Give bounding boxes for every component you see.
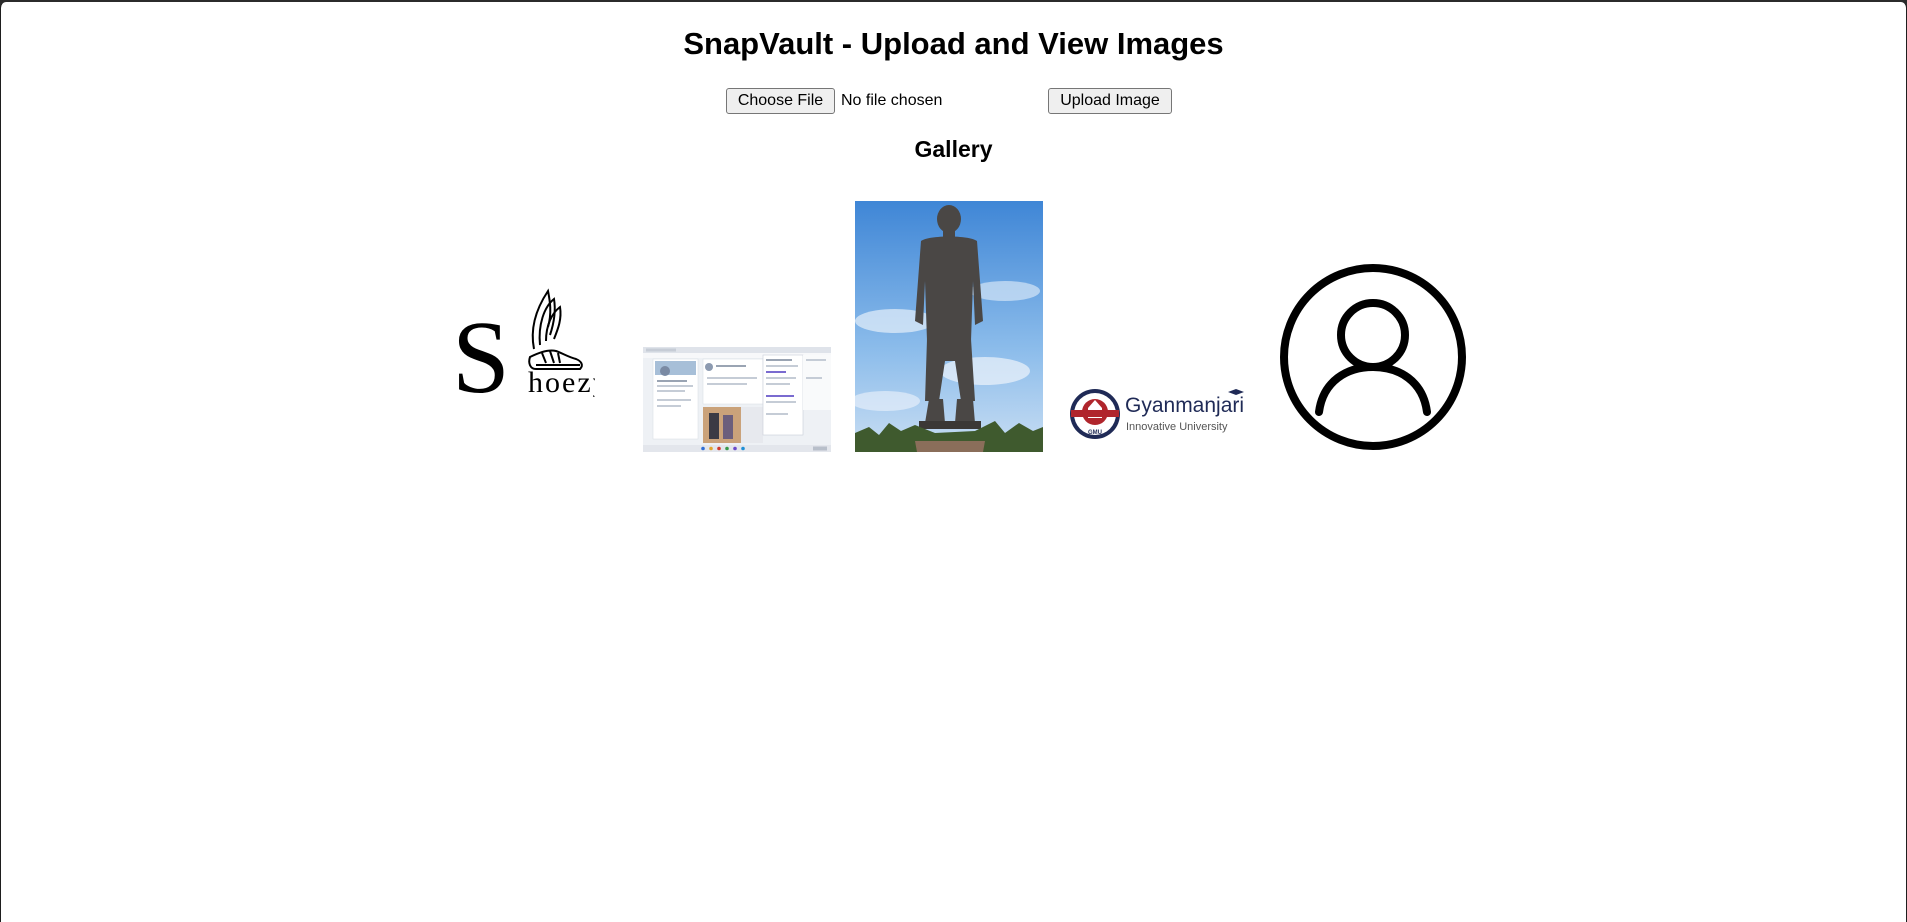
- shoezy-logo-image: S hoezy: [452, 288, 595, 397]
- upload-form: Choose File No file chosen Upload Image: [726, 88, 1172, 114]
- gallery-image-screenshot: [643, 347, 831, 452]
- screenshot-image: [643, 347, 831, 452]
- gallery-heading: Gallery: [914, 136, 993, 162]
- winged-shoe-icon: [528, 288, 583, 370]
- page-title: SnapVault - Upload and View Images: [683, 26, 1224, 61]
- upload-image-button[interactable]: Upload Image: [1048, 88, 1172, 114]
- gyanmanjari-logo-image: GMU Gyanmanjari Innovative University: [1070, 389, 1244, 439]
- gallery-image-statue-photo: [855, 201, 1043, 452]
- gyanmanjari-subtitle: Innovative University: [1126, 421, 1228, 433]
- gallery-image-user-avatar: [1279, 263, 1467, 452]
- choose-file-button[interactable]: Choose File: [726, 88, 835, 114]
- file-status-text: No file chosen: [841, 92, 943, 109]
- university-seal-icon: GMU: [1070, 389, 1120, 439]
- statue-photo-image: [855, 201, 1043, 452]
- gyanmanjari-name: Gyanmanjari: [1125, 394, 1244, 417]
- user-avatar-icon: [1280, 264, 1466, 450]
- shoezy-logo-initial: S: [452, 300, 510, 397]
- shoezy-logo-text: hoezy: [528, 366, 595, 397]
- seal-text: GMU: [1088, 430, 1102, 436]
- browser-viewport: SnapVault - Upload and View Images Choos…: [0, 2, 1907, 922]
- gallery-image-gyanmanjari-logo: GMU Gyanmanjari Innovative University: [1068, 386, 1250, 442]
- gallery-image-shoezy-logo: S hoezy: [450, 279, 595, 397]
